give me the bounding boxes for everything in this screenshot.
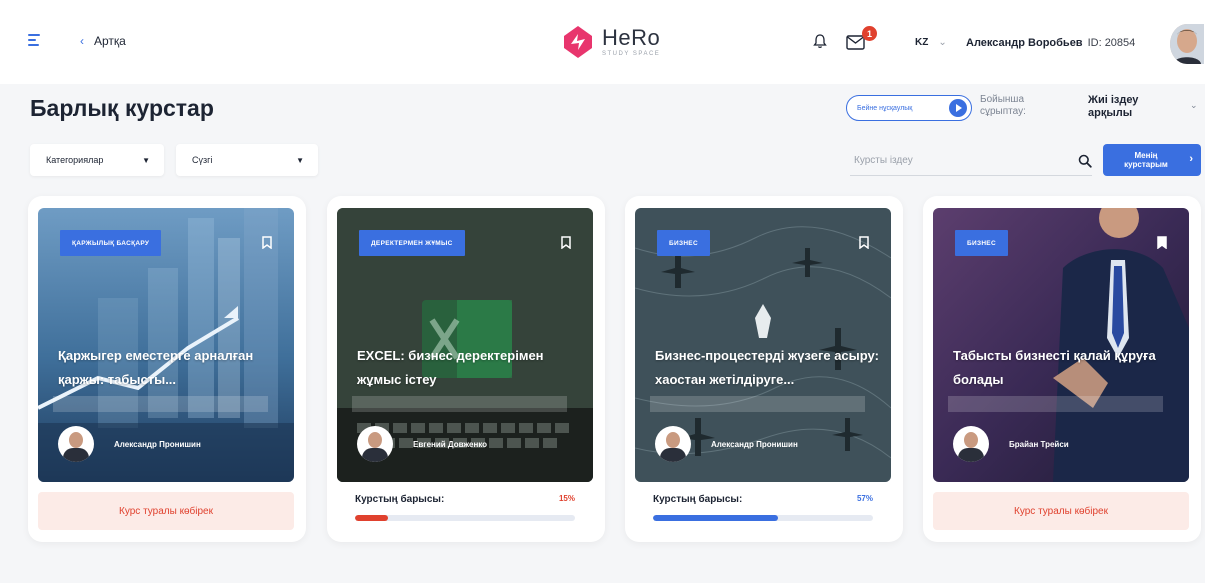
logo[interactable]: HeRo STUDY SPACE bbox=[560, 24, 660, 60]
course-author: Александр Пронишин bbox=[655, 426, 798, 462]
category-badge: БИЗНЕС bbox=[955, 230, 1008, 256]
category-badge: БИЗНЕС bbox=[657, 230, 710, 256]
progress-fill bbox=[355, 515, 388, 521]
sort-select[interactable]: Жиі іздеу арқылы bbox=[1088, 94, 1168, 120]
progress-percent: 15% bbox=[558, 494, 575, 503]
title-placeholder-bar bbox=[53, 396, 268, 412]
chevron-left-icon: ‹ bbox=[80, 34, 84, 48]
video-guide-button[interactable]: Бейне нұсқаулық bbox=[846, 95, 972, 121]
course-cover[interactable]: ҚАРЖЫЛЫҚ БАСҚАРУ Қаржыгер еместерге арна… bbox=[38, 208, 294, 482]
author-name: Александр Пронишин bbox=[711, 439, 798, 449]
bookmark-icon[interactable] bbox=[262, 236, 272, 249]
course-card[interactable]: ҚАРЖЫЛЫҚ БАСҚАРУ Қаржыгер еместерге арна… bbox=[28, 196, 306, 542]
hero-logo-icon bbox=[564, 26, 592, 58]
sort-label: Бойынша сұрыптау: bbox=[980, 94, 1026, 117]
user-name: Александр Воробьев bbox=[966, 37, 1083, 49]
author-avatar bbox=[58, 426, 94, 462]
course-author: Брайан Трейси bbox=[953, 426, 1069, 462]
top-bar: ‹ Артқа HeRo STUDY SPACE 1 KZ ⌄ Александ… bbox=[0, 0, 1205, 84]
category-badge: ДЕРЕКТЕРМЕН ЖҰМЫС bbox=[359, 230, 465, 256]
author-avatar bbox=[655, 426, 691, 462]
bookmark-icon[interactable] bbox=[561, 236, 571, 249]
bookmark-icon[interactable] bbox=[859, 236, 869, 249]
course-title[interactable]: Бизнес-процестерді жүзеге асыру: хаостан… bbox=[655, 344, 880, 392]
play-icon bbox=[949, 99, 967, 117]
my-courses-button[interactable]: Менің курстарым › bbox=[1103, 144, 1201, 176]
course-progress: Курстың барысы: 57% bbox=[653, 494, 873, 521]
avatar[interactable] bbox=[1170, 24, 1204, 64]
author-name: Евгений Довженко bbox=[413, 439, 488, 449]
author-name: Александр Пронишин bbox=[114, 439, 201, 449]
language-selector[interactable]: KZ ⌄ bbox=[915, 37, 947, 48]
search-icon[interactable] bbox=[1078, 154, 1092, 168]
progress-fill bbox=[653, 515, 779, 521]
title-placeholder-bar bbox=[948, 396, 1163, 412]
progress-percent: 57% bbox=[856, 494, 873, 503]
bookmark-filled-icon[interactable] bbox=[1157, 236, 1167, 249]
course-progress: Курстың барысы: 15% bbox=[355, 494, 575, 521]
author-avatar bbox=[953, 426, 989, 462]
course-author: Евгений Довженко bbox=[357, 426, 487, 462]
progress-track bbox=[355, 515, 575, 521]
author-name: Брайан Трейси bbox=[1009, 439, 1069, 449]
user-info[interactable]: Александр Воробьев ID: 20854 bbox=[966, 37, 1135, 49]
course-card[interactable]: БИЗНЕС Табысты бизнесті қалай құруға бол… bbox=[923, 196, 1201, 542]
video-guide-label: Бейне нұсқаулық bbox=[857, 104, 913, 112]
chevron-down-icon: ⌄ bbox=[938, 37, 947, 48]
logo-subtitle: STUDY SPACE bbox=[602, 51, 661, 57]
back-button[interactable]: ‹ Артқа bbox=[80, 34, 126, 48]
categories-label: Категориялар bbox=[46, 155, 104, 165]
category-badge: ҚАРЖЫЛЫҚ БАСҚАРУ bbox=[60, 230, 162, 256]
course-details-button[interactable]: Курс туралы көбірек bbox=[933, 492, 1189, 530]
course-card[interactable]: БИЗНЕС Бизнес-процестерді жүзеге асыру: … bbox=[625, 196, 903, 542]
course-cover[interactable]: ДЕРЕКТЕРМЕН ЖҰМЫС EXCEL: бизнес деректер… bbox=[337, 208, 593, 482]
progress-label: Курстың барысы: bbox=[653, 494, 743, 505]
course-title[interactable]: EXCEL: бизнес деректерімен жұмыс істеу bbox=[357, 344, 582, 392]
course-card[interactable]: ДЕРЕКТЕРМЕН ЖҰМЫС EXCEL: бизнес деректер… bbox=[327, 196, 605, 542]
categories-select[interactable]: Категориялар ▼ bbox=[30, 144, 164, 176]
author-avatar bbox=[357, 426, 393, 462]
course-title[interactable]: Қаржыгер еместерге арналған қаржы: табыс… bbox=[58, 344, 283, 392]
course-cover[interactable]: БИЗНЕС Бизнес-процестерді жүзеге асыру: … bbox=[635, 208, 891, 482]
filter-label: Сүзгі bbox=[192, 155, 213, 165]
caret-down-icon: ▼ bbox=[142, 155, 150, 165]
back-label: Артқа bbox=[94, 34, 126, 48]
course-cover[interactable]: БИЗНЕС Табысты бизнесті қалай құруға бол… bbox=[933, 208, 1189, 482]
language-code: KZ bbox=[915, 37, 929, 48]
title-placeholder-bar bbox=[352, 396, 567, 412]
progress-label: Курстың барысы: bbox=[355, 494, 445, 505]
course-details-button[interactable]: Курс туралы көбірек bbox=[38, 492, 294, 530]
course-author: Александр Пронишин bbox=[58, 426, 201, 462]
search-input[interactable] bbox=[854, 155, 1054, 166]
progress-track bbox=[653, 515, 873, 521]
course-title[interactable]: Табысты бизнесті қалай құруға болады bbox=[953, 344, 1178, 392]
bell-icon[interactable] bbox=[812, 33, 828, 49]
title-placeholder-bar bbox=[650, 396, 865, 412]
chevron-right-icon: › bbox=[1189, 153, 1193, 165]
caret-down-icon: ▼ bbox=[296, 155, 304, 165]
page-title: Барлық курстар bbox=[30, 95, 214, 121]
filter-select[interactable]: Сүзгі ▼ bbox=[176, 144, 318, 176]
logo-title: HeRo bbox=[602, 25, 661, 50]
search-field bbox=[850, 146, 1092, 176]
user-id: ID: 20854 bbox=[1087, 37, 1136, 49]
my-courses-label: Менің курстарым bbox=[1124, 151, 1168, 170]
mail-badge: 1 bbox=[862, 26, 877, 41]
chevron-down-icon[interactable]: ⌄ bbox=[1190, 100, 1198, 111]
menu-icon[interactable] bbox=[28, 34, 42, 46]
